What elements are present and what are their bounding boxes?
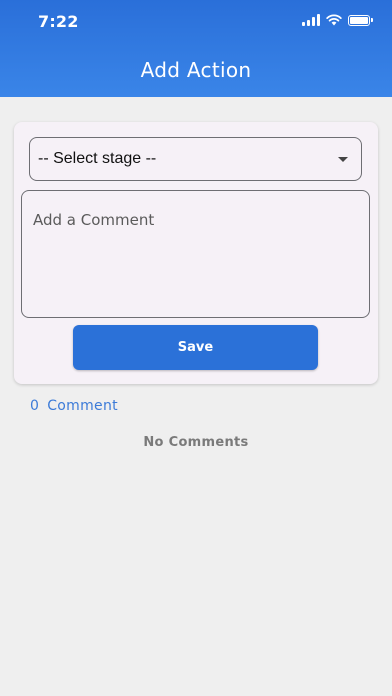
battery-icon <box>348 14 373 26</box>
status-icons <box>302 14 373 26</box>
comment-count-number: 0 <box>30 398 40 414</box>
empty-comments-message: No Comments <box>143 435 249 450</box>
stage-select-value: -- Select stage -- <box>38 150 157 167</box>
dropdown-arrow-icon <box>338 157 348 162</box>
comment-count-label: Comment <box>47 398 118 414</box>
page-title: Add Action <box>140 58 252 82</box>
comment-count[interactable]: 0 Comment <box>30 398 118 414</box>
status-time: 7:22 <box>38 12 79 31</box>
comment-input[interactable] <box>21 190 370 318</box>
stage-select[interactable]: -- Select stage -- <box>29 137 362 181</box>
add-action-card: -- Select stage -- Save <box>14 122 378 384</box>
save-button[interactable]: Save <box>73 325 318 370</box>
app-header: 7:22 Add Action <box>0 0 392 97</box>
signal-icon <box>302 14 320 26</box>
wifi-icon <box>326 14 342 26</box>
